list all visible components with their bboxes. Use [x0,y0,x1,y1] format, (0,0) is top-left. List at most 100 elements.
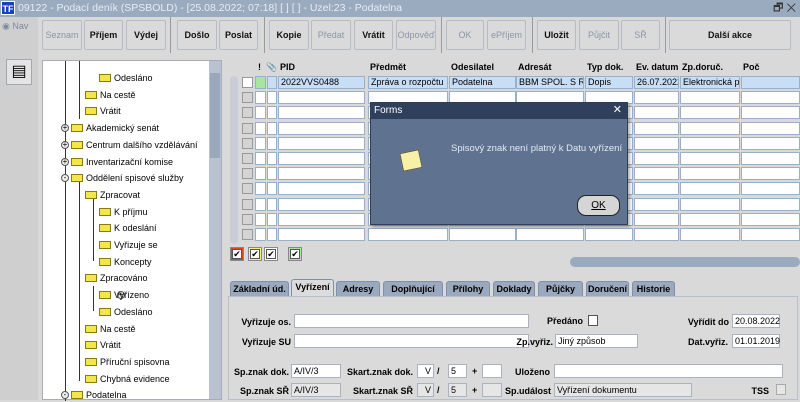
empty-cell[interactable] [278,91,365,105]
empty-cell[interactable] [278,121,365,135]
empty-cell[interactable] [680,91,740,105]
collapse-icon[interactable]: - [61,174,69,183]
ulozeno-input[interactable] [554,364,783,378]
empty-cell[interactable] [680,106,740,120]
empty-cell[interactable] [634,136,679,150]
tab-4[interactable]: Doplňující úd. [383,281,443,309]
skart_sr-lhuta-input[interactable]: 5 [448,383,467,397]
grid-cell[interactable]: BBM SPOL. S R. O [516,76,584,89]
dat-vyriz-input[interactable]: 01.01.2019 [732,334,780,348]
empty-cell[interactable] [278,167,365,181]
row-select-checkbox[interactable] [242,122,253,134]
tree-scrollbar[interactable] [209,61,221,399]
empty-cell[interactable] [634,182,679,196]
predano-checkbox[interactable] [588,315,598,326]
zp-vyriz-select[interactable]: Jiný způsob [555,334,638,348]
sp-udalost-input[interactable]: Vyřízení dokumentu [554,383,692,397]
skart_dok-lhuta-input[interactable]: 5 [448,364,467,378]
empty-cell[interactable] [278,197,365,211]
checkbox[interactable]: ✔ [290,249,300,259]
empty-cell[interactable] [680,167,740,181]
checkbox[interactable]: ✔ [266,249,276,259]
empty-cell[interactable] [278,228,365,241]
column-header[interactable]: Poč [743,62,760,72]
toolbar-button-12[interactable]: Uložit [537,20,576,50]
grid-h-scrollbar[interactable] [570,257,800,267]
column-header[interactable]: Typ dok. [587,62,623,72]
empty-cell[interactable] [634,212,679,226]
empty-cell[interactable] [680,228,740,241]
row-select-checkbox[interactable] [242,183,253,195]
collapse-icon[interactable]: - [61,391,69,400]
checkbox[interactable]: ✔ [232,249,242,259]
empty-cell[interactable] [278,182,365,196]
empty-cell[interactable] [680,121,740,135]
expand-icon[interactable]: + [61,157,69,166]
empty-cell[interactable] [741,152,800,165]
toolbar-button-4[interactable]: Došlo [177,20,217,50]
grid-v-scrollbar[interactable] [230,76,238,244]
tab-7[interactable]: Půjčky [538,281,583,297]
toolbar-button-6[interactable]: Kopie [269,20,309,50]
toolbar-button-3[interactable]: Výdej [126,20,166,50]
tab-5[interactable]: Přílohy [446,281,490,297]
tab-9[interactable]: Historie [632,281,675,297]
row-select-checkbox[interactable] [242,92,253,104]
tab-1[interactable]: Základní úd. [230,281,289,297]
grid-cell[interactable]: 2022VVS0488 [278,76,365,89]
tss-checkbox[interactable] [776,384,786,395]
empty-cell[interactable] [680,182,740,196]
dialog-close-icon[interactable]: ✕ [613,103,622,116]
expand-icon[interactable]: + [61,140,69,149]
toolbar-button-7[interactable]: Předat [311,20,351,50]
column-header[interactable]: Ev. datum [636,62,678,72]
toolbar-button-11[interactable]: ePříjem [487,20,526,50]
grid-cell[interactable]: Dopis [585,76,633,89]
grid-cell[interactable]: 26.07.2022 [634,76,679,89]
restore-close-icons[interactable]: 🗗 ✕ [773,0,796,17]
skart_sr-znak-input[interactable]: V [417,383,434,397]
row-select-checkbox[interactable] [242,77,253,88]
toolbar-button-15[interactable]: Další akce [669,20,791,50]
column-header[interactable]: Předmět [370,62,406,72]
toolbar-button-14[interactable]: SŘ [621,20,660,50]
empty-cell[interactable] [634,91,679,105]
document-list-icon[interactable]: ▤ [6,59,32,85]
empty-cell[interactable] [634,121,679,135]
empty-cell[interactable] [680,212,740,226]
empty-cell[interactable] [278,212,365,226]
row-select-checkbox[interactable] [242,229,253,240]
empty-cell[interactable] [634,228,679,241]
row-select-checkbox[interactable] [242,153,253,164]
empty-cell[interactable] [741,212,800,226]
empty-cell[interactable] [741,106,800,120]
row-select-checkbox[interactable] [242,168,253,180]
vyridit-do-input[interactable]: 20.08.2022 [732,314,780,328]
grid-cell[interactable]: Elektronická p [680,76,740,89]
vyrizuje-su-input[interactable] [294,334,529,348]
flag-filter-checkbox[interactable]: ✔ [288,247,302,261]
toolbar-button-13[interactable]: Půjčit [579,20,619,50]
grid-cell[interactable] [741,76,800,89]
empty-cell[interactable] [449,228,516,241]
column-header[interactable]: PID [280,62,295,72]
empty-cell[interactable] [741,121,800,135]
empty-cell[interactable] [680,197,740,211]
row-select-checkbox[interactable] [242,107,253,119]
empty-cell[interactable] [278,152,365,165]
toolbar-button-10[interactable]: OK [446,20,484,50]
dialog-ok-button[interactable]: OK [577,195,620,216]
row-select-checkbox[interactable] [242,198,253,210]
tab-8[interactable]: Doručení [586,281,629,297]
empty-cell[interactable] [585,228,633,241]
empty-cell[interactable] [741,91,800,105]
checkbox[interactable]: ✔ [250,249,260,259]
toolbar-button-9[interactable]: Odpověď [396,20,436,50]
toolbar-button-2[interactable]: Příjem [84,20,123,50]
vyrizuje-os-input[interactable] [294,314,529,328]
toolbar-button-5[interactable]: Poslat [219,20,258,50]
empty-cell[interactable] [741,228,800,241]
sp-znak-sr-input[interactable]: A/IV/3 [291,383,341,397]
expand-icon[interactable]: + [61,124,69,133]
skart_dok-znak-input[interactable]: V [417,364,434,378]
